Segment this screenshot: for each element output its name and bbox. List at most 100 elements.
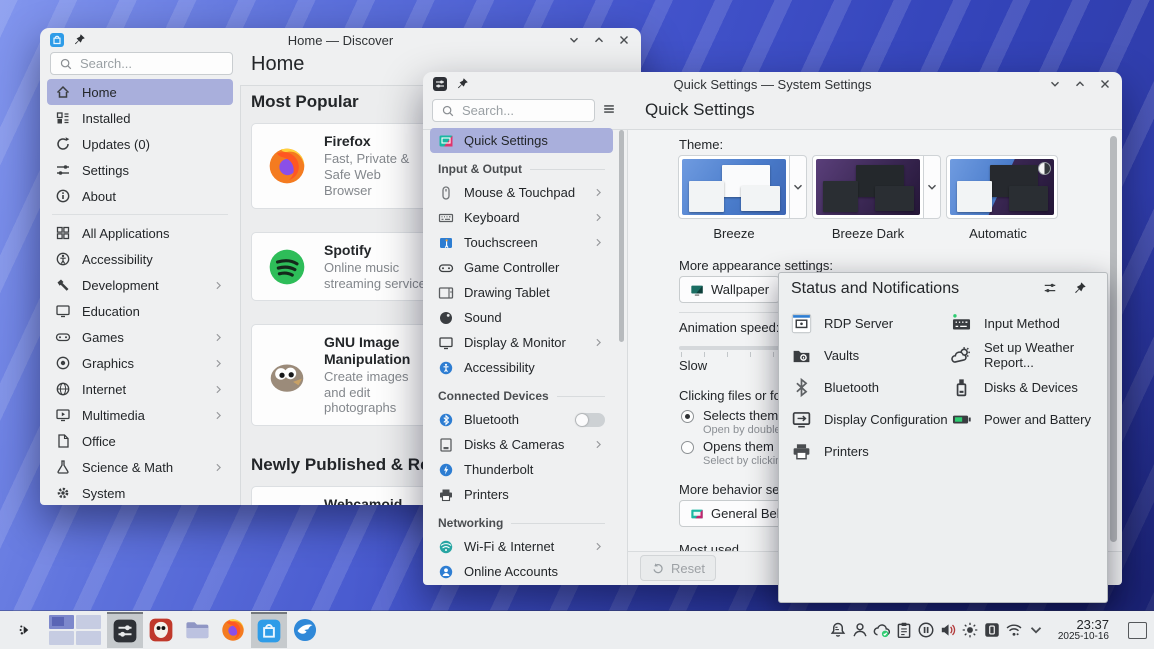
pager-desktop-4[interactable] [76,631,101,645]
popup-item-bluetooth[interactable]: Bluetooth [791,374,879,400]
close-icon[interactable] [1097,76,1113,92]
sidebar-item-system[interactable]: System [47,480,233,505]
sidebar-item-games[interactable]: Games [47,324,233,350]
sidebar-item-science-math[interactable]: Science & Math [47,454,233,480]
notifications-icon[interactable] [827,617,849,643]
show-desktop-button[interactable] [1128,622,1147,639]
popup-item-printers[interactable]: Printers [791,438,869,464]
sidebar-item-installed[interactable]: Installed [47,105,233,131]
maximize-icon[interactable] [591,32,607,48]
sidebar-scrollbar[interactable] [619,130,624,342]
task-firefox[interactable] [215,612,251,648]
gamepad-icon [438,260,454,276]
sidebar-item-disks-cameras[interactable]: Disks & Cameras [430,432,613,457]
sidebar-item-label: Development [82,278,159,293]
theme-option-automatic[interactable] [946,155,1058,219]
chevron-right-icon [212,409,225,422]
sidebar-item-thunderbolt[interactable]: Thunderbolt [430,457,613,482]
sidebar-item-home[interactable]: Home [47,79,233,105]
theme-option-breeze-dark[interactable] [812,155,941,219]
virtual-desktop-pager[interactable] [49,615,101,645]
sidebar-item-all-applications[interactable]: All Applications [47,220,233,246]
popup-item-power-and-battery[interactable]: Power and Battery [951,406,1091,432]
sidebar-item-keyboard[interactable]: Keyboard [430,205,613,230]
theme-breeze-dropdown[interactable] [790,155,807,219]
popup-item-display-configuration[interactable]: Display Configuration [791,406,948,432]
pager-desktop-1[interactable] [49,615,74,629]
clipboard-icon[interactable] [893,617,915,643]
expand-tray-icon[interactable] [1025,617,1047,643]
sidebar-item-display-monitor[interactable]: Display & Monitor [430,330,613,355]
audio-volume-icon[interactable] [937,617,959,643]
bluetooth-toggle[interactable] [575,413,605,427]
wallpaper-button[interactable]: Wallpaper [679,276,780,303]
sidebar-item-updates-0[interactable]: Updates (0) [47,131,233,157]
sidebar-item-quick-settings[interactable]: Quick Settings [430,128,613,153]
radio-opens-label[interactable]: Opens them [703,439,774,454]
sidebar-item-mouse-touchpad[interactable]: Mouse & Touchpad [430,180,613,205]
popup-item-disks-devices[interactable]: Disks & Devices [951,374,1078,400]
radio-selects-them[interactable] [681,410,694,423]
reset-button[interactable]: Reset [640,555,716,581]
application-launcher-button[interactable] [7,612,43,648]
digital-clock[interactable]: 23:37 2025-10-16 [1058,618,1109,642]
set-up-weather-report-icon [951,345,972,366]
sidebar-item-multimedia[interactable]: Multimedia [47,402,233,428]
minimize-icon[interactable] [566,32,582,48]
sidebar-item-accessibility[interactable]: Accessibility [430,355,613,380]
task-dolphin-file-manager[interactable] [179,612,215,648]
sidebar-item-internet[interactable]: Internet [47,376,233,402]
main-scrollbar[interactable] [1110,136,1117,542]
chevright-icon [592,186,605,199]
task-system-settings[interactable] [107,612,143,648]
pager-desktop-2[interactable] [76,615,101,629]
pin-icon[interactable] [1073,281,1091,299]
sidebar-item-bluetooth[interactable]: Bluetooth [430,407,613,432]
popup-item-vaults[interactable]: Vaults [791,342,859,368]
task-falkon-browser[interactable] [287,612,323,648]
theme-option-breeze[interactable] [678,155,807,219]
sidebar-item-online-accounts[interactable]: Online Accounts [430,559,613,584]
task-red-ghost-app[interactable] [143,612,179,648]
sidebar-item-education[interactable]: Education [47,298,233,324]
minimize-icon[interactable] [1047,76,1063,92]
popup-item-set-up-weather-report[interactable]: Set up Weather Report... [951,342,1107,368]
radio-selects-label[interactable]: Selects them [703,408,778,423]
sidebar-item-settings[interactable]: Settings [47,157,233,183]
night-color-icon[interactable] [959,617,981,643]
sidebar-item-wi-fi-internet[interactable]: Wi-Fi & Internet [430,534,613,559]
sidebar-item-game-controller[interactable]: Game Controller [430,255,613,280]
sidebar-item-printers[interactable]: Printers [430,482,613,507]
sidebar-item-development[interactable]: Development [47,272,233,298]
home-icon [55,84,71,100]
sidebar-item-label: Multimedia [82,408,145,423]
sidebar-item-about[interactable]: About [47,183,233,209]
settings-search-input[interactable]: Search... [432,99,595,122]
discover-search-input[interactable]: Search... [50,52,233,75]
sidebar-item-accessibility[interactable]: Accessibility [47,246,233,272]
sidebar-item-graphics[interactable]: Graphics [47,350,233,376]
chevron-right-icon [212,279,225,292]
sidebar-item-touchscreen[interactable]: Touchscreen [430,230,613,255]
hamburger-menu-icon[interactable] [602,102,620,120]
chevright-icon [592,211,605,224]
pager-desktop-3[interactable] [49,631,74,645]
kde-connect-icon[interactable] [981,617,1003,643]
user-switcher-icon[interactable] [849,617,871,643]
maximize-icon[interactable] [1072,76,1088,92]
configure-icon[interactable] [1043,281,1061,299]
radio-opens-them[interactable] [681,441,694,454]
task-discover[interactable] [251,612,287,648]
theme-breeze-dark-dropdown[interactable] [924,155,941,219]
cloud-sync-icon[interactable] [871,617,893,643]
sidebar-item-office[interactable]: Office [47,428,233,454]
popup-item-rdp-server[interactable]: RDP Server [791,310,893,336]
theme-thumbnail-breeze-dark [812,155,924,219]
sidebar-item-sound[interactable]: Sound [430,305,613,330]
close-icon[interactable] [616,32,632,48]
power-and-battery-icon [951,409,972,430]
network-wifi-icon[interactable] [1003,617,1025,643]
popup-item-input-method[interactable]: Input Method [951,310,1060,336]
media-player-icon[interactable] [915,617,937,643]
sidebar-item-drawing-tablet[interactable]: Drawing Tablet [430,280,613,305]
